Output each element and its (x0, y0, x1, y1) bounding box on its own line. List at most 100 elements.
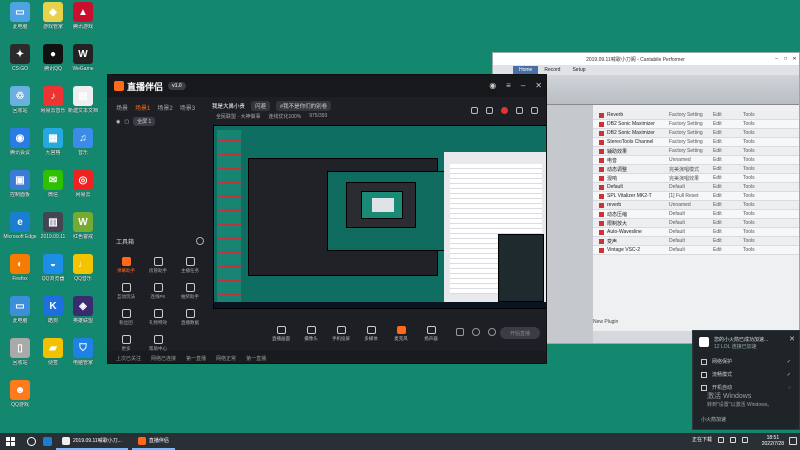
desktop-icon[interactable]: K 酷狗 (36, 296, 70, 324)
stream-preview[interactable] (213, 125, 546, 309)
broadcast-control[interactable]: 多媒体 (358, 326, 384, 342)
desktop-icon[interactable]: W WeGame (66, 44, 100, 72)
desktop-icon[interactable]: ◆ 游戏管家 (36, 2, 70, 30)
taskbar-item-cantabile[interactable]: 2019.09.11喊歌小刀... (56, 433, 128, 450)
plugin-preset[interactable]: Default (669, 220, 713, 226)
plugin-edit[interactable]: Edit (713, 112, 743, 118)
plugin-tools[interactable]: Tools (743, 121, 755, 127)
plugin-edit[interactable]: Edit (713, 220, 743, 226)
plugin-enable-icon[interactable] (599, 148, 604, 154)
plugin-row[interactable]: StereoTools Channel Factory Setting Edit To… (593, 138, 799, 147)
desktop-icon[interactable]: ♪ 网易云音乐 (36, 86, 70, 114)
layout-icon[interactable] (471, 107, 478, 114)
broadcast-control[interactable]: 手机投屏 (328, 326, 354, 342)
desktop-icon[interactable]: ▣ 控制面板 (3, 170, 37, 198)
desktop-icon[interactable]: ◉ 腾讯会议 (3, 128, 37, 156)
plugin-enable-icon[interactable] (599, 175, 604, 181)
desktop-icon[interactable]: ● 腾讯QQ (36, 44, 70, 72)
desktop-icon[interactable]: ▰ 便签 (36, 338, 70, 366)
plugin-preset[interactable]: Factory Setting (669, 121, 713, 127)
desktop-icon[interactable]: ✉ 微信 (36, 170, 70, 198)
tool-item[interactable]: 主播任务 (176, 257, 204, 274)
taskbar-item-stream[interactable]: 直播伴侣 (131, 433, 175, 450)
plugin-row[interactable]: 动态压缩 Default Edit Tools (593, 210, 799, 219)
plugin-tools[interactable]: Tools (743, 139, 755, 145)
plugin-preset[interactable]: Default (669, 238, 713, 244)
plugin-row[interactable]: 动态调整 完美演唱模式 Edit Tools (593, 165, 799, 174)
plugin-enable-icon[interactable] (599, 238, 604, 244)
tab-scene-3[interactable]: 场景3 (180, 103, 195, 112)
tool-item[interactable]: 更多 (112, 335, 140, 352)
notification-option[interactable]: 网络保护 ✓ (693, 355, 799, 368)
plugin-row[interactable]: SPL Vitalizer MK2-T [1] Full Reset Edit Too… (593, 192, 799, 201)
avatar-icon[interactable]: ◉ (489, 81, 496, 90)
network-icon[interactable] (718, 436, 724, 443)
windows-start-icon[interactable] (6, 436, 20, 447)
bell-icon[interactable] (516, 107, 523, 114)
settings-icon[interactable] (488, 328, 496, 336)
room-topic[interactable]: #我不是你们的别卷 (276, 101, 332, 111)
plugin-edit[interactable]: Edit (713, 130, 743, 136)
desktop-icon[interactable]: ♲ 回收站 (3, 86, 37, 114)
tool-item[interactable]: 粉丝团 (112, 309, 140, 326)
plugin-row[interactable]: Auto-Wavesline Default Edit Tools (593, 228, 799, 237)
eye-icon[interactable]: ◉ (116, 119, 120, 125)
plugin-edit[interactable]: Edit (713, 148, 743, 154)
plugin-tools[interactable]: Tools (743, 166, 755, 172)
plugin-enable-icon[interactable] (599, 166, 604, 172)
desktop-icon[interactable]: ▲ 腾讯游戏 (66, 2, 100, 30)
plugin-enable-icon[interactable] (599, 193, 604, 199)
plugin-enable-icon[interactable] (599, 229, 604, 235)
plugin-preset[interactable]: Default (669, 211, 713, 217)
plugin-tools[interactable]: Tools (743, 247, 755, 253)
plugin-edit[interactable]: Edit (713, 211, 743, 217)
plugin-preset[interactable]: Unnamed (669, 157, 713, 163)
ime-icon[interactable] (742, 436, 748, 443)
desktop-icon[interactable]: ◎ 网易云 (66, 170, 100, 198)
plugin-tools[interactable]: Tools (743, 112, 755, 118)
maximize-icon[interactable]: □ (781, 56, 790, 62)
tab-scene-1[interactable]: 场景1 (135, 103, 150, 112)
plugin-preset[interactable]: [1] Full Reset (669, 193, 713, 199)
camera-icon[interactable] (456, 328, 464, 336)
desktop-icon[interactable]: ◒ QQ浏览器 (36, 254, 70, 282)
plugin-tools[interactable]: Tools (743, 175, 755, 181)
desktop-icon[interactable]: ▥ 2019.09.11 (36, 212, 70, 240)
broadcast-control[interactable]: 直播画面 (268, 326, 294, 342)
tab-setup[interactable]: Setup (566, 66, 591, 74)
tool-item[interactable]: 帮助中心 (144, 335, 172, 352)
plugin-row[interactable]: reverb Unnamed Edit Tools (593, 201, 799, 210)
room-tag[interactable]: 闪避 (251, 101, 271, 111)
plugin-tools[interactable]: Tools (743, 184, 755, 190)
plugin-edit[interactable]: Edit (713, 202, 743, 208)
share-icon[interactable] (531, 107, 538, 114)
plugin-preset[interactable]: Factory Setting (669, 139, 713, 145)
desktop-icon[interactable]: ▯ 回收站 (3, 338, 37, 366)
tool-item[interactable]: 直播数据 (176, 309, 204, 326)
plugin-edit[interactable]: Edit (713, 193, 743, 199)
plugin-preset[interactable]: 完美演唱效果 (669, 175, 713, 182)
plugin-preset[interactable]: Default (669, 247, 713, 253)
desktop-icon[interactable]: ♫ 音乐 (66, 128, 100, 156)
record-icon[interactable] (501, 107, 508, 114)
plugin-enable-icon[interactable] (599, 211, 604, 217)
accelerator-notification[interactable]: ✕ 您的小火箭已成功加速... 12 LOL 连接已加速 网络保护 ✓ 流畅模式 ✓… (692, 330, 800, 430)
plugin-row[interactable]: 限制放大 Default Edit Tools (593, 219, 799, 228)
new-plugin-button[interactable]: New Plugin (593, 319, 618, 325)
plugin-row[interactable]: 辅助效果 Factory Setting Edit Tools (593, 147, 799, 156)
plugin-row[interactable]: 电音 Unnamed Edit Tools (593, 156, 799, 165)
notification-footer[interactable]: 小火箭加速 (701, 416, 726, 423)
plugin-tools[interactable]: Tools (743, 238, 755, 244)
desktop-icon[interactable]: W 红色警戒 (66, 212, 100, 240)
tool-item[interactable]: 互动玩法 (112, 283, 140, 300)
plugin-row[interactable]: 变声 Default Edit Tools (593, 237, 799, 246)
minimize-icon[interactable]: – (521, 81, 525, 90)
tab-record[interactable]: Record (538, 66, 566, 74)
plugin-tools[interactable]: Tools (743, 148, 755, 154)
desktop-icon[interactable]: ◈ 英雄联盟 (66, 296, 100, 324)
plugin-edit[interactable]: Edit (713, 175, 743, 181)
room-title[interactable]: 我是大鼻小贵 (212, 102, 245, 110)
tool-item[interactable]: 抽奖助手 (176, 283, 204, 300)
plugin-edit[interactable]: Edit (713, 238, 743, 244)
plugin-preset[interactable]: 完美演唱模式 (669, 166, 713, 173)
